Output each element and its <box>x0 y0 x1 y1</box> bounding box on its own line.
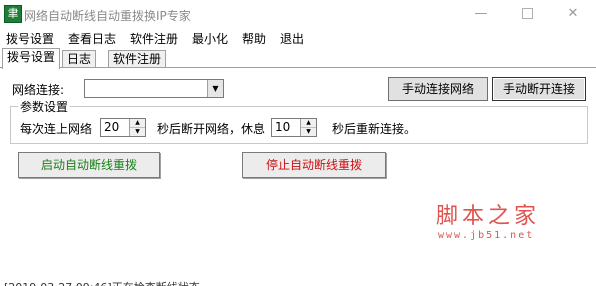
rest-seconds-stepper[interactable]: 10 ▲ ▼ <box>271 118 317 137</box>
stop-auto-redial-button[interactable]: 停止自动断线重拨 <box>242 152 386 178</box>
reconnect-label: 秒后重新连接。 <box>332 122 417 136</box>
manual-connect-button[interactable]: 手动连接网络 <box>388 77 488 101</box>
menu-exit[interactable]: 退出 <box>280 30 304 47</box>
maximize-button[interactable] <box>504 0 550 28</box>
tab-log[interactable]: 日志 <box>62 50 97 68</box>
online-seconds-stepper[interactable]: 20 ▲ ▼ <box>100 118 146 137</box>
watermark-logo: 脚本之家 www.jb51.net <box>430 198 590 258</box>
connection-select[interactable]: ▼ <box>84 79 224 98</box>
window-title: 网络自动断线自动重拨换IP专家 <box>24 9 191 23</box>
chevron-down-icon[interactable]: ▼ <box>207 80 223 97</box>
menu-help[interactable]: 帮助 <box>242 30 266 47</box>
spin-down-icon[interactable]: ▼ <box>130 128 145 136</box>
spin-up-icon[interactable]: ▲ <box>130 119 145 128</box>
maximize-icon <box>521 8 533 19</box>
log-line: [2019-03-27 09:46]正在检查断线状态 <box>4 279 200 286</box>
watermark-sub: www.jb51.net <box>438 230 535 241</box>
spin-up-icon[interactable]: ▲ <box>301 119 316 128</box>
rest-label: 秒后断开网络，休息 <box>157 122 266 136</box>
app-icon: 聿 <box>4 5 22 23</box>
connection-label: 网络连接: <box>12 83 65 97</box>
online-label: 每次连上网络 <box>20 122 93 136</box>
start-auto-redial-button[interactable]: 启动自动断线重拨 <box>18 152 160 178</box>
tab-register[interactable]: 软件注册 <box>108 50 167 68</box>
title-bar: 聿 网络自动断线自动重拨换IP专家 — ✕ <box>0 0 596 28</box>
online-seconds-value[interactable]: 20 <box>104 120 119 134</box>
rest-seconds-value[interactable]: 10 <box>275 120 290 134</box>
tab-strip: 拨号设置 日志 软件注册 <box>0 48 596 69</box>
menu-dial-settings[interactable]: 拨号设置 <box>6 30 54 47</box>
menu-view-log[interactable]: 查看日志 <box>68 30 116 47</box>
params-group-title: 参数设置 <box>18 98 71 115</box>
tab-dial-settings[interactable]: 拨号设置 <box>2 48 61 69</box>
watermark-main: 脚本之家 <box>436 204 541 229</box>
menu-bar: 拨号设置 查看日志 软件注册 最小化 帮助 退出 <box>0 28 596 48</box>
minimize-button[interactable]: — <box>458 0 504 28</box>
spin-down-icon[interactable]: ▼ <box>301 128 316 136</box>
menu-minimize[interactable]: 最小化 <box>192 30 228 47</box>
rest-spin-buttons: ▲ ▼ <box>300 119 316 136</box>
manual-disconnect-button[interactable]: 手动断开连接 <box>492 77 586 101</box>
close-button[interactable]: ✕ <box>550 0 596 28</box>
menu-register[interactable]: 软件注册 <box>130 30 178 47</box>
dial-settings-panel: 网络连接: ▼ 手动连接网络 手动断开连接 参数设置 每次连上网络 20 ▲ ▼… <box>0 68 596 286</box>
online-spin-buttons: ▲ ▼ <box>129 119 145 136</box>
